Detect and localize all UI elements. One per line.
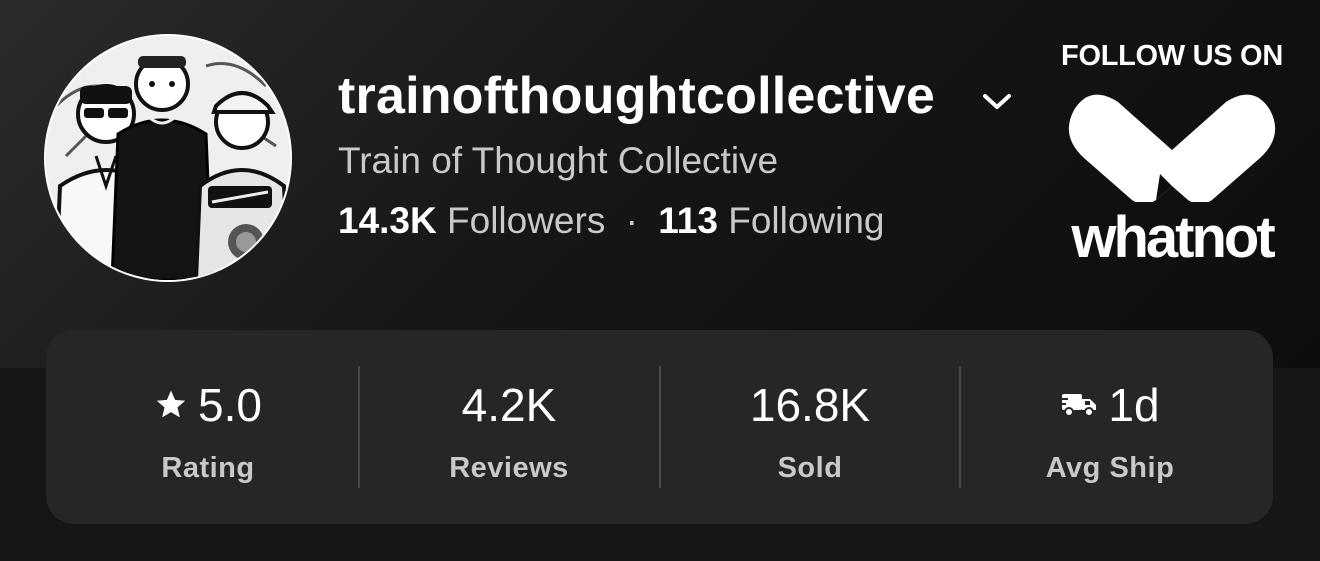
- followers-count: 14.3K: [338, 200, 437, 241]
- followers-label: Followers: [447, 200, 606, 241]
- whatnot-logo-icon: [1060, 88, 1284, 207]
- stat-sold-value: 16.8K: [749, 379, 871, 431]
- chevron-down-icon[interactable]: [978, 84, 1016, 120]
- stat-reviews-label: Reviews: [449, 452, 569, 484]
- seller-stats-card: 5.0 Rating 4.2K Reviews 16.8K Sold 1d Av…: [46, 330, 1273, 524]
- stat-reviews[interactable]: 4.2K Reviews: [359, 330, 659, 524]
- profile-header: trainofthoughtcollective Train of Though…: [0, 0, 1320, 368]
- whatnot-wordmark: whatnot: [1071, 205, 1275, 270]
- stat-sold-label: Sold: [777, 452, 843, 484]
- stat-avg-ship-value: 1d: [1108, 379, 1160, 431]
- promo-title: FOLLOW US ON: [1061, 40, 1283, 72]
- stat-avg-ship-label: Avg Ship: [1045, 452, 1175, 484]
- whatnot-promo[interactable]: FOLLOW US ON whatnot: [1048, 40, 1296, 270]
- stat-avg-ship-value-row: 1d: [960, 378, 1260, 432]
- follow-stats: 14.3K Followers · 113 Following: [338, 200, 885, 242]
- display-name: Train of Thought Collective: [338, 140, 779, 181]
- stat-rating[interactable]: 5.0 Rating: [58, 330, 358, 524]
- group-portrait-icon: [46, 36, 290, 280]
- stat-rating-value-row: 5.0: [58, 378, 358, 432]
- username[interactable]: trainofthoughtcollective: [338, 66, 935, 126]
- star-icon: [154, 388, 188, 422]
- stat-avg-ship[interactable]: 1d Avg Ship: [960, 330, 1260, 524]
- separator: ·: [625, 200, 638, 241]
- truck-icon: [1060, 390, 1098, 420]
- following-label: Following: [728, 200, 885, 241]
- stat-rating-label: Rating: [161, 452, 255, 484]
- stat-sold[interactable]: 16.8K Sold: [660, 330, 960, 524]
- following-link[interactable]: 113 Following: [658, 200, 884, 241]
- stat-rating-value: 5.0: [198, 379, 262, 431]
- stat-reviews-value: 4.2K: [461, 379, 557, 431]
- followers-link[interactable]: 14.3K Followers: [338, 200, 616, 241]
- following-count: 113: [658, 200, 718, 241]
- avatar[interactable]: [46, 36, 290, 280]
